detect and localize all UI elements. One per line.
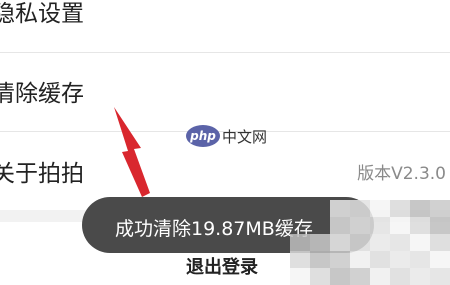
watermark-site-text: 中文网 bbox=[222, 128, 268, 146]
mosaic-tile bbox=[390, 200, 410, 217]
red-arrow-icon bbox=[114, 107, 150, 197]
mosaic-tile bbox=[370, 217, 390, 234]
mosaic-tile bbox=[430, 217, 450, 234]
mosaic-tile bbox=[290, 234, 310, 251]
privacy-settings-item[interactable]: 隐私设置 bbox=[0, 0, 450, 52]
mosaic-tile bbox=[330, 200, 350, 217]
mosaic-tile bbox=[370, 251, 390, 268]
mosaic-tile bbox=[310, 268, 330, 285]
mosaic-tile bbox=[330, 217, 350, 234]
mosaic-tile bbox=[390, 251, 410, 268]
mosaic-tile bbox=[290, 268, 310, 285]
php-logo-badge: php bbox=[186, 125, 220, 147]
mosaic-tile bbox=[350, 268, 370, 285]
mosaic-tile bbox=[410, 234, 430, 251]
about-label: 关于拍拍 bbox=[0, 161, 84, 187]
settings-screen: 隐私设置 清除缓存 关于拍拍 版本V2.3.0 退出登录 php 中文网 成功清… bbox=[0, 0, 450, 285]
version-text: 版本V2.3.0 bbox=[357, 164, 446, 184]
mosaic-tile bbox=[430, 234, 450, 251]
mosaic-tile bbox=[330, 268, 350, 285]
toast-text: 成功清除19.87MB缓存 bbox=[115, 218, 313, 240]
mosaic-tile bbox=[390, 268, 410, 285]
mosaic-tile bbox=[370, 200, 390, 217]
mosaic-tile bbox=[370, 234, 390, 251]
mosaic-tile bbox=[430, 268, 450, 285]
mosaic-tile bbox=[410, 217, 430, 234]
mosaic-tile bbox=[350, 251, 370, 268]
php-watermark-logo: php 中文网 bbox=[186, 125, 270, 155]
logout-label: 退出登录 bbox=[186, 257, 258, 278]
mosaic-tile bbox=[310, 234, 330, 251]
mosaic-tile bbox=[310, 251, 330, 268]
pixelated-watermark-overlay bbox=[290, 200, 450, 285]
mosaic-tile bbox=[330, 234, 350, 251]
clear-cache-label: 清除缓存 bbox=[0, 81, 84, 107]
mosaic-tile bbox=[370, 268, 390, 285]
mosaic-tile bbox=[410, 268, 430, 285]
mosaic-tile bbox=[410, 251, 430, 268]
mosaic-tile bbox=[350, 217, 370, 234]
mosaic-tile bbox=[350, 234, 370, 251]
mosaic-tile bbox=[390, 217, 410, 234]
mosaic-tile bbox=[290, 251, 310, 268]
mosaic-tile bbox=[430, 200, 450, 217]
mosaic-tile bbox=[410, 200, 430, 217]
mosaic-tile bbox=[390, 234, 410, 251]
mosaic-tile bbox=[350, 200, 370, 217]
clear-cache-item[interactable]: 清除缓存 bbox=[0, 53, 450, 131]
privacy-settings-label: 隐私设置 bbox=[0, 1, 84, 27]
mosaic-tile bbox=[330, 251, 350, 268]
mosaic-tile bbox=[430, 251, 450, 268]
